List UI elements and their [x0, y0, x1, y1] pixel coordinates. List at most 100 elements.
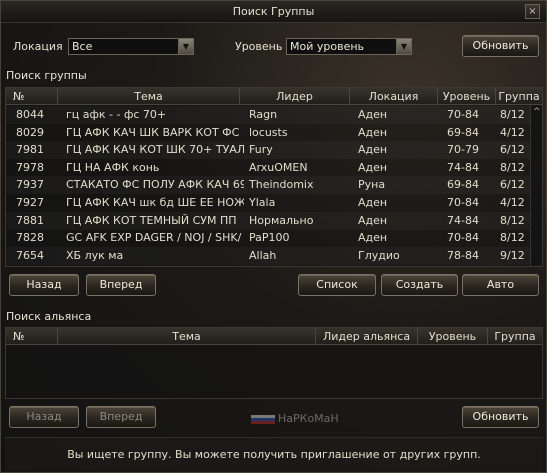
table-row[interactable]: 7937 СТАКАТО ФС ПОЛУ АФК КАЧ 69 - Theindom… [6, 176, 530, 194]
column-header[interactable]: № [6, 88, 58, 105]
watermark-flag [251, 415, 275, 424]
status-message: Вы ищете группу. Вы можете получить приг… [5, 437, 543, 471]
column-header[interactable]: Группа [496, 88, 542, 105]
party-forward-button[interactable]: Вперед [86, 274, 156, 296]
table-cell: ХБ лук ма [66, 248, 124, 262]
window-title: Поиск Группы [232, 5, 315, 18]
location-dropdown-value: Все [72, 40, 93, 53]
chevron-down-icon[interactable]: ▼ [396, 39, 411, 54]
table-cell: Глудио [358, 248, 400, 262]
level-dropdown[interactable]: Мой уровень ▼ [286, 38, 412, 55]
column-header[interactable]: Уровень [438, 88, 496, 105]
table-cell: Аден [358, 196, 388, 209]
column-header[interactable]: Группа [488, 328, 542, 345]
table-cell: ArxuOMEN [249, 160, 308, 174]
table-cell: СТАКАТО ФС ПОЛУ АФК КАЧ 69 - [66, 178, 244, 192]
table-cell: 7937 [16, 178, 44, 192]
table-cell: 6/12 [500, 143, 525, 157]
table-cell: Ragn [249, 108, 278, 121]
level-label: Уровень [235, 40, 283, 53]
table-cell: 7981 [16, 143, 44, 157]
table-cell: Аден [358, 125, 388, 139]
alliance-refresh-button[interactable]: Обновить [462, 406, 539, 428]
alliance-list-header: № Тема Лидер альянса Уровень Группа [6, 328, 542, 345]
close-icon[interactable]: × [525, 4, 540, 19]
table-cell: ГЦ АФК КАЧ КОТ ШК 70+ ТУАЛ [66, 143, 244, 157]
table-cell: 7978 [16, 160, 44, 174]
table-cell: Аден [358, 143, 388, 157]
table-cell: Fury [249, 143, 273, 157]
table-cell: Theindomix [249, 178, 314, 192]
table-cell: 6/12 [500, 178, 525, 192]
table-cell: 9/12 [500, 248, 525, 262]
table-cell: 70-84 [447, 108, 479, 121]
column-header[interactable]: Локация [350, 88, 438, 105]
alliance-section-title: Поиск альянса [6, 310, 92, 323]
create-button[interactable]: Создать [381, 274, 458, 296]
table-row[interactable]: 8029 ГЦ АФК КАЧ ШК ВАРК КОТ ФС locusts Аден… [6, 124, 530, 142]
list-button[interactable]: Список [298, 274, 376, 296]
table-cell: GC AFK EXP DAGER / NOJ / SHK/ PA [66, 231, 244, 245]
column-header[interactable]: Лидер [240, 88, 350, 105]
alliance-forward-button[interactable]: Вперед [86, 406, 156, 428]
table-cell: 8/12 [500, 213, 525, 227]
table-cell: Ylala [249, 196, 276, 209]
table-cell: 8/12 [500, 231, 525, 245]
table-cell: гц афк - - фс 70+ [66, 108, 167, 121]
column-header[interactable]: № [6, 328, 58, 345]
table-row[interactable]: 7881 ГЦ АФК КОТ ТЕМНЫЙ СУМ ПП Нормально Аде… [6, 212, 530, 230]
table-cell: 74-84 [447, 160, 479, 174]
table-cell: PaP100 [249, 231, 290, 245]
table-cell: 8/12 [500, 160, 525, 174]
table-cell: 8044 [16, 108, 44, 121]
table-cell: 69-84 [447, 125, 479, 139]
table-row[interactable]: 8044 гц афк - - фс 70+ Ragn Аден 70-84 8/12 [6, 106, 530, 124]
location-label: Локация [13, 40, 63, 53]
table-cell: 70-84 [447, 196, 479, 209]
table-row[interactable]: 7654 ХБ лук ма Allah Глудио 78-84 9/12 [6, 247, 530, 265]
party-section-title: Поиск группы [6, 69, 87, 82]
table-cell: 8029 [16, 125, 44, 139]
table-cell: 69-84 [447, 178, 479, 192]
table-row[interactable]: 7828 GC AFK EXP DAGER / NOJ / SHK/ PA PaP1… [6, 229, 530, 247]
table-cell: Аден [358, 160, 388, 174]
table-cell: 74-84 [447, 213, 479, 227]
column-header[interactable]: Тема [58, 88, 240, 105]
table-cell: 4/12 [500, 196, 525, 209]
table-row[interactable]: 7927 ГЦ АФК КАЧ шк бд ШЕ ЕЕ НОЖ Ф Ylala Аде… [6, 194, 530, 212]
auto-button[interactable]: Авто [462, 274, 539, 296]
alliance-back-button[interactable]: Назад [9, 406, 79, 428]
table-cell: locusts [249, 125, 288, 139]
table-cell: Нормально [249, 213, 314, 227]
table-cell: 7654 [16, 248, 44, 262]
location-dropdown[interactable]: Все ▼ [68, 38, 194, 55]
party-scrollbar[interactable]: ^ [530, 105, 542, 266]
table-row[interactable]: 7981 ГЦ АФК КАЧ КОТ ШК 70+ ТУАЛ Fury Аден 70… [6, 141, 530, 159]
column-header[interactable]: Лидер альянса [316, 328, 418, 345]
column-header[interactable]: Уровень [418, 328, 488, 345]
table-cell: 70-79 [447, 143, 479, 157]
watermark-text: НаРКоМаН [278, 412, 339, 425]
party-back-button[interactable]: Назад [9, 274, 79, 296]
party-list: № Тема Лидер Локация Уровень Группа 8044… [5, 87, 543, 267]
alliance-list: № Тема Лидер альянса Уровень Группа [5, 327, 543, 399]
table-cell: Руна [358, 178, 386, 192]
table-cell: 8/12 [500, 108, 525, 121]
table-cell: ГЦ АФК КАЧ ШК ВАРК КОТ ФС [66, 125, 240, 139]
party-list-header: № Тема Лидер Локация Уровень Группа [6, 88, 542, 105]
table-cell: Allah [249, 248, 277, 262]
table-row[interactable]: 7978 ГЦ НА АФК конь ArxuOMEN Аден 74-84 8/12 [6, 159, 530, 177]
column-header[interactable]: Тема [58, 328, 316, 345]
table-cell: 7828 [16, 231, 44, 245]
table-cell: 70-84 [447, 231, 479, 245]
table-cell: ГЦ АФК КАЧ шк бд ШЕ ЕЕ НОЖ Ф [66, 196, 244, 209]
table-cell: Аден [358, 108, 388, 121]
chevron-down-icon[interactable]: ▼ [178, 39, 193, 54]
scroll-up-icon[interactable]: ^ [533, 107, 541, 117]
table-cell: 7927 [16, 196, 44, 209]
table-cell: ГЦ НА АФК конь [66, 160, 160, 174]
title-bar[interactable]: Поиск Группы × [1, 1, 546, 23]
refresh-button[interactable]: Обновить [462, 35, 539, 57]
table-cell: Аден [358, 213, 388, 227]
table-cell: 4/12 [500, 125, 525, 139]
